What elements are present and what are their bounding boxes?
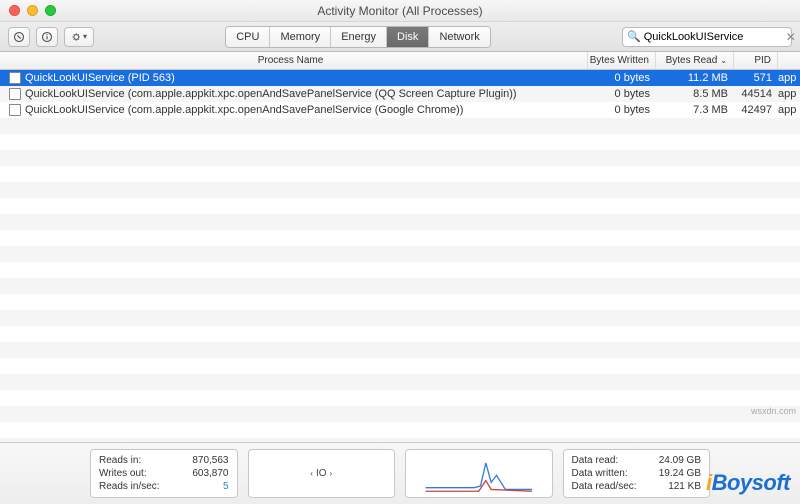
pid-value: 42497: [734, 104, 778, 116]
process-icon: [9, 72, 21, 84]
io-sparkline-chart: [414, 454, 544, 493]
watermark: wsxdn.com: [751, 406, 796, 416]
writes-out-label: Writes out:: [99, 468, 147, 479]
reads-in-sec-label: Reads in/sec:: [99, 481, 160, 492]
window-titlebar: Activity Monitor (All Processes): [0, 0, 800, 22]
column-process-name[interactable]: Process Name: [0, 52, 588, 69]
tab-energy[interactable]: Energy: [331, 27, 387, 47]
category-tabs: CPU Memory Energy Disk Network: [225, 26, 491, 48]
bytes-written-value: 0 bytes: [588, 104, 656, 116]
data-read-sec-value: 121 KB: [668, 481, 701, 492]
io-mode-selector[interactable]: ‹ IO ›: [248, 449, 396, 498]
process-icon: [9, 88, 21, 100]
io-mode-label: IO: [316, 468, 327, 479]
search-icon: 🔍: [627, 30, 641, 43]
data-volume-panel: Data read: 24.09 GB Data written: 19.24 GB…: [563, 449, 711, 498]
tab-disk[interactable]: Disk: [387, 27, 429, 47]
chevron-right-icon: ›: [330, 469, 333, 478]
sort-indicator-icon: ⌄: [720, 56, 727, 65]
bytes-written-value: 0 bytes: [588, 72, 656, 84]
tab-network[interactable]: Network: [429, 27, 489, 47]
user-value: app: [778, 88, 800, 100]
bytes-written-value: 0 bytes: [588, 88, 656, 100]
settings-menu-button[interactable]: ▾: [64, 27, 94, 47]
process-table: QuickLookUIService (PID 563) 0 bytes 11.…: [0, 70, 800, 450]
tab-cpu[interactable]: CPU: [226, 27, 270, 47]
table-row[interactable]: QuickLookUIService (com.apple.appkit.xpc…: [0, 86, 800, 102]
process-name: QuickLookUIService (PID 563): [25, 72, 588, 84]
writes-out-value: 603,870: [192, 468, 228, 479]
reads-in-sec-value: 5: [223, 481, 229, 492]
io-counts-panel: Reads in: 870,563 Writes out: 603,870 Read…: [90, 449, 238, 498]
user-value: app: [778, 72, 800, 84]
toolbar: ▾ CPU Memory Energy Disk Network 🔍 ✕: [0, 22, 800, 52]
data-read-value: 24.09 GB: [659, 455, 701, 466]
data-written-value: 19.24 GB: [659, 468, 701, 479]
user-value: app: [778, 104, 800, 116]
data-read-label: Data read:: [572, 455, 619, 466]
disk-stats-footer: Reads in: 870,563 Writes out: 603,870 Read…: [0, 442, 800, 504]
brand-logo: iBoysoft: [706, 470, 790, 496]
bytes-read-value: 11.2 MB: [656, 72, 734, 84]
column-bytes-written[interactable]: Bytes Written: [588, 52, 656, 69]
stop-icon: [13, 31, 25, 43]
search-input[interactable]: [644, 31, 786, 43]
bytes-read-value: 7.3 MB: [656, 104, 734, 116]
clear-search-button[interactable]: ✕: [786, 30, 796, 44]
stop-process-button[interactable]: [8, 27, 30, 47]
chevron-left-icon: ‹: [310, 469, 313, 478]
process-name: QuickLookUIService (com.apple.appkit.xpc…: [25, 104, 588, 116]
pid-value: 571: [734, 72, 778, 84]
bytes-read-value: 8.5 MB: [656, 88, 734, 100]
window-title: Activity Monitor (All Processes): [0, 4, 800, 18]
info-icon: [41, 31, 53, 43]
column-pid[interactable]: PID: [734, 52, 778, 69]
column-headers: Process Name Bytes Written Bytes Read ⌄ …: [0, 52, 800, 70]
reads-in-label: Reads in:: [99, 455, 141, 466]
process-icon: [9, 104, 21, 116]
pid-value: 44514: [734, 88, 778, 100]
chevron-down-icon: ▾: [83, 32, 87, 41]
column-user[interactable]: [778, 52, 800, 69]
gear-icon: [71, 31, 83, 43]
column-bytes-read[interactable]: Bytes Read ⌄: [656, 52, 734, 69]
process-name: QuickLookUIService (com.apple.appkit.xpc…: [25, 88, 588, 100]
reads-in-value: 870,563: [192, 455, 228, 466]
data-read-sec-label: Data read/sec:: [572, 481, 637, 492]
search-field[interactable]: 🔍 ✕: [622, 27, 792, 47]
tab-memory[interactable]: Memory: [270, 27, 331, 47]
logo-text: Boysoft: [712, 470, 790, 495]
table-row[interactable]: QuickLookUIService (PID 563) 0 bytes 11.…: [0, 70, 800, 86]
io-chart-panel: [405, 449, 553, 498]
info-button[interactable]: [36, 27, 58, 47]
table-row[interactable]: QuickLookUIService (com.apple.appkit.xpc…: [0, 102, 800, 118]
data-written-label: Data written:: [572, 468, 628, 479]
column-bytes-read-label: Bytes Read: [666, 55, 718, 66]
